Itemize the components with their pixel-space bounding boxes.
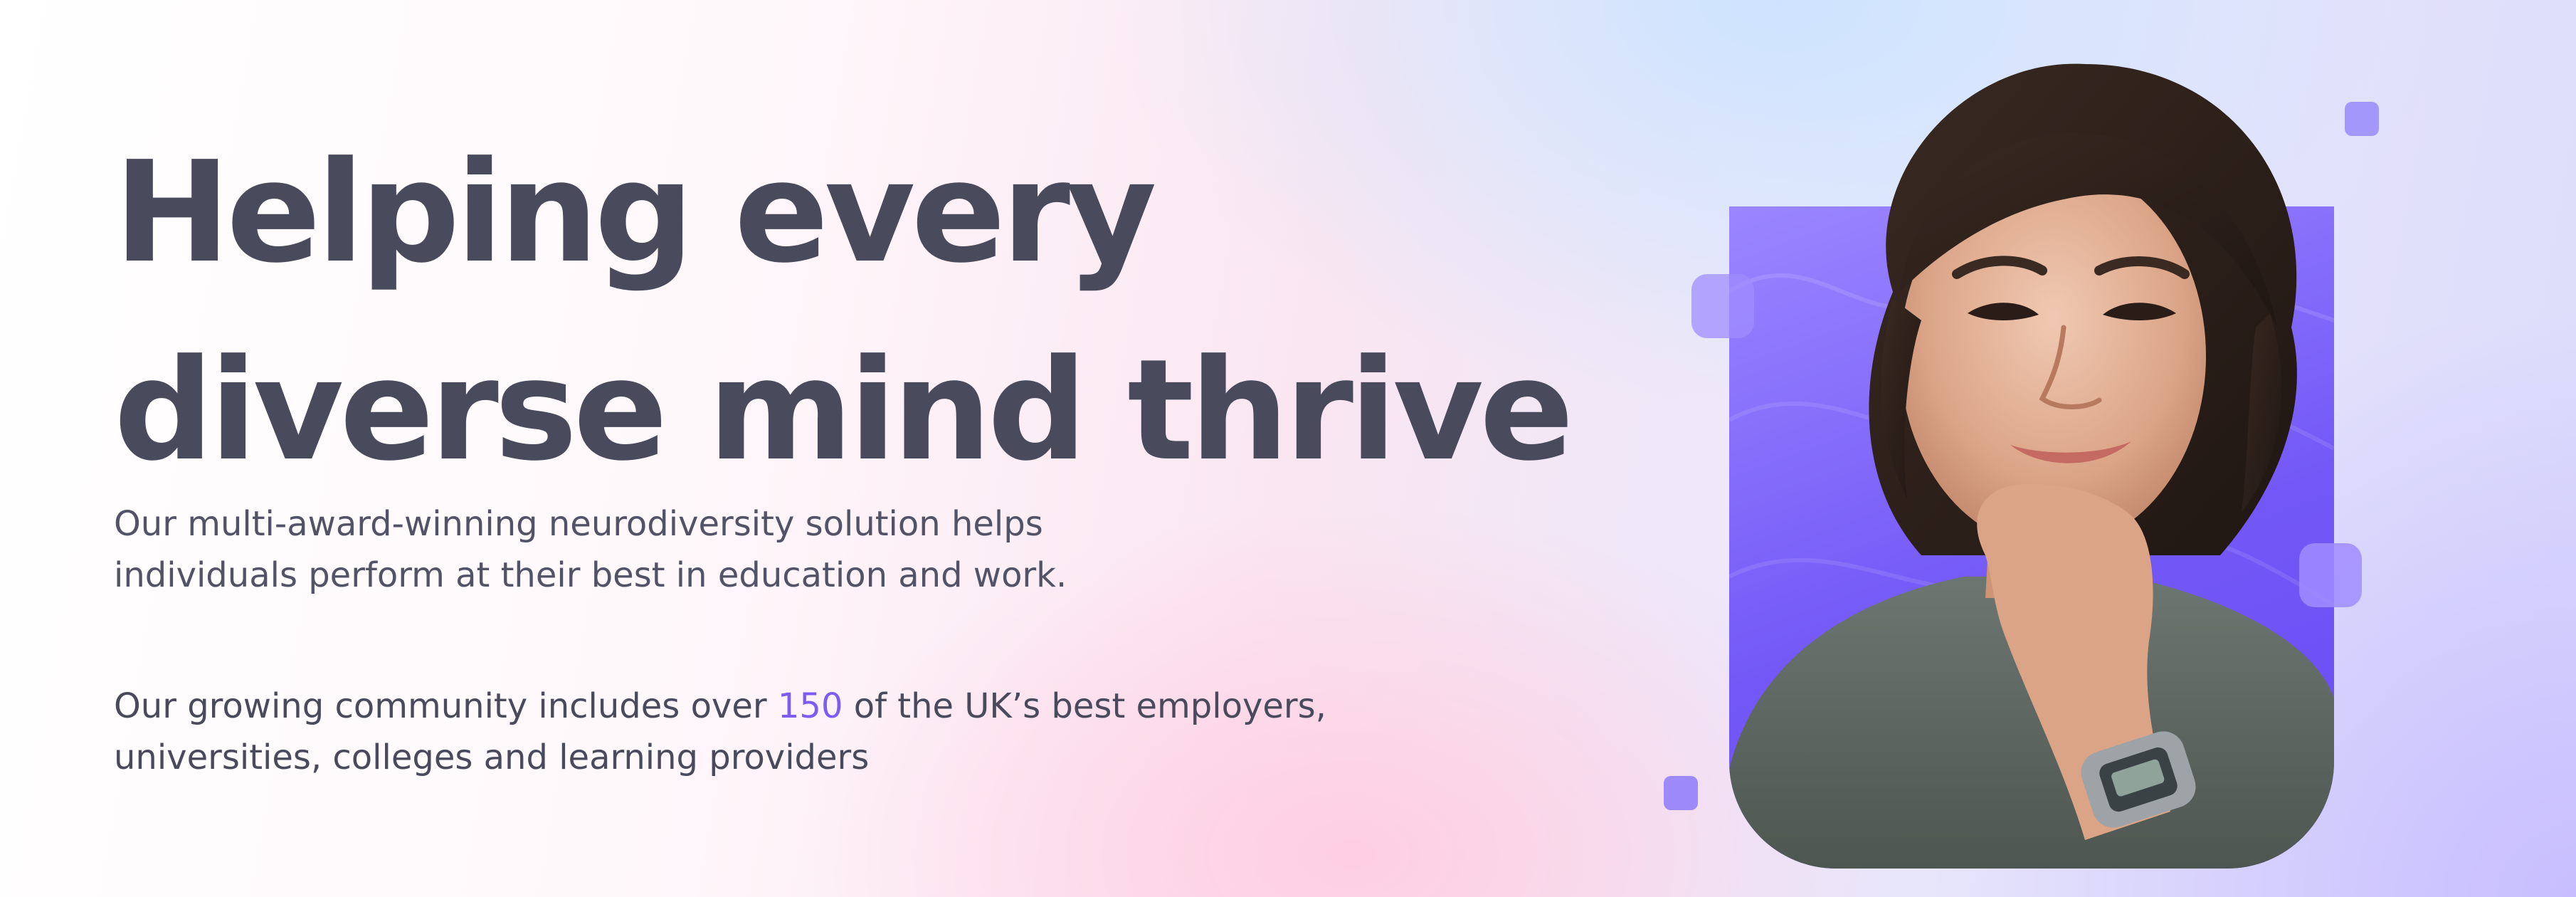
community-suffix: of the UK’s best employers,	[843, 686, 1326, 726]
woman-portrait-image	[1729, 57, 2334, 869]
headline-line-2: diverse mind thrive	[114, 330, 1574, 492]
description-line-2: individuals perform at their best in edu…	[114, 555, 1067, 595]
decorative-square-mid-left	[1691, 274, 1754, 338]
hero-description: Our multi-award-winning neurodiversity s…	[114, 498, 1252, 601]
community-text: Our growing community includes over 150 …	[114, 681, 1466, 783]
headline-line-1: Helping every	[114, 132, 1157, 294]
hero-section: Helping every diverse mind thrive Our mu…	[114, 114, 1574, 777]
community-line-2: universities, colleges and learning prov…	[114, 738, 870, 777]
decorative-square-mid-right	[2299, 543, 2362, 607]
community-prefix: Our growing community includes over	[114, 686, 778, 726]
hero-headline: Helping every diverse mind thrive	[114, 114, 1574, 510]
hero-visual	[1658, 57, 2412, 869]
portrait-illustration	[1729, 63, 2334, 869]
community-line-1: Our growing community includes over 150 …	[114, 681, 1466, 732]
community-count: 150	[777, 686, 843, 726]
description-line-1: Our multi-award-winning neurodiversity s…	[114, 504, 1043, 544]
